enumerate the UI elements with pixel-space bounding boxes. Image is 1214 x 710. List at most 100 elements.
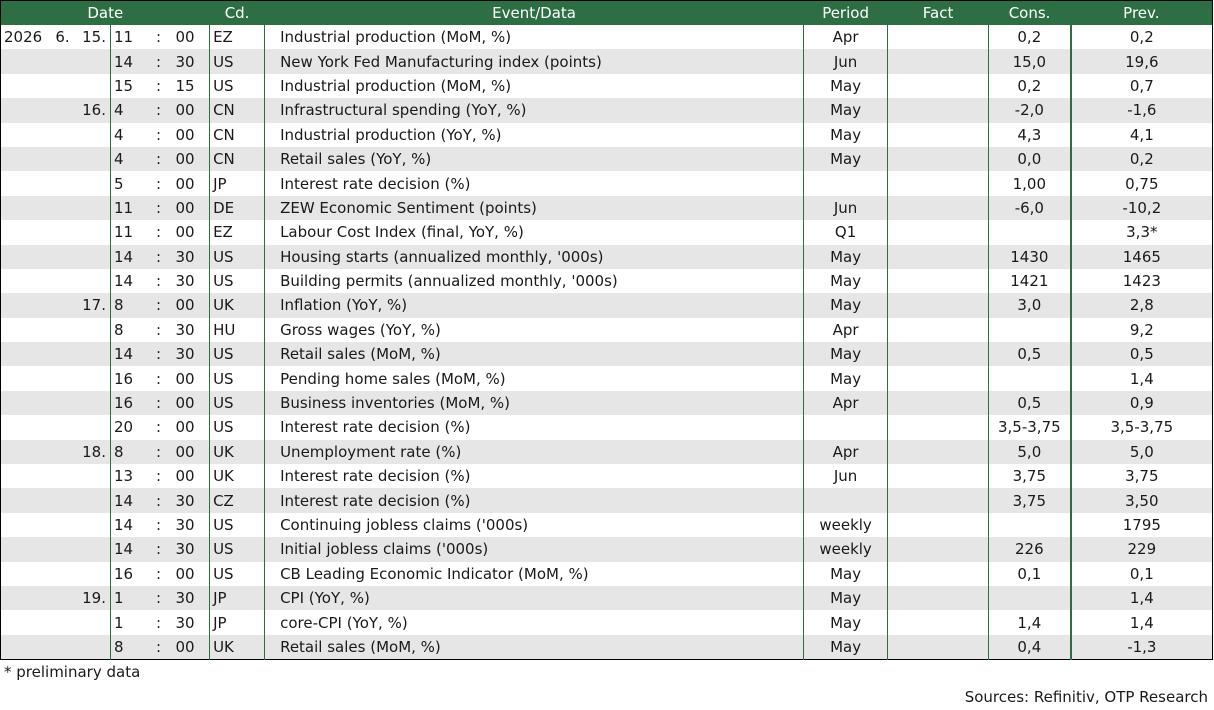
date-day bbox=[74, 537, 111, 562]
previous-value: 229 bbox=[1069, 537, 1213, 562]
date-day bbox=[74, 488, 111, 513]
table-row: 17. 8:00 UK Inflation (YoY, %) May 3,0 2,8 bbox=[0, 293, 1213, 318]
date-year bbox=[1, 464, 51, 488]
country-code: US bbox=[209, 73, 265, 99]
previous-value: 3,50 bbox=[1069, 488, 1213, 513]
event-name: Initial jobless claims ('000s) bbox=[264, 537, 804, 562]
consensus-value: 0,5 bbox=[988, 390, 1071, 416]
date-year bbox=[0, 293, 51, 318]
date-month bbox=[50, 537, 75, 562]
consensus-value: 3,5-3,75 bbox=[988, 415, 1071, 440]
economic-calendar-table: Date Cd. Event/Data Period Fact Cons. Pr… bbox=[0, 0, 1214, 661]
country-code: UK bbox=[209, 634, 265, 660]
date-month bbox=[50, 439, 75, 465]
event-name: Retail sales (YoY, %) bbox=[264, 146, 804, 172]
date-day bbox=[75, 513, 111, 537]
country-code: US bbox=[209, 415, 265, 440]
country-code: JP bbox=[209, 585, 265, 611]
consensus-value: 1430 bbox=[988, 244, 1071, 269]
time-hour: 14 bbox=[110, 268, 144, 294]
time-hour: 14 bbox=[110, 244, 144, 269]
period: weekly bbox=[803, 537, 888, 562]
time-minute: 00 bbox=[175, 223, 195, 242]
previous-value: 3,3* bbox=[1069, 220, 1213, 245]
event-name: ZEW Economic Sentiment (points) bbox=[264, 195, 804, 221]
date-month bbox=[51, 269, 75, 293]
consensus-value: 1421 bbox=[988, 268, 1071, 294]
date-month bbox=[51, 123, 75, 147]
fact-value bbox=[887, 634, 989, 660]
date-year bbox=[0, 49, 51, 74]
time-hour: 15 bbox=[110, 73, 144, 99]
date-day bbox=[75, 74, 111, 98]
time-hour: 13 bbox=[110, 464, 144, 489]
header-cons: Cons. bbox=[988, 0, 1071, 25]
fact-value bbox=[887, 585, 989, 611]
fact-value bbox=[887, 537, 989, 562]
date-month bbox=[50, 585, 75, 611]
header-fact: Fact bbox=[887, 0, 989, 25]
table-row: 4:00 CN Retail sales (YoY, %) May 0,0 0,2 bbox=[0, 146, 1213, 172]
time-minute: 00 bbox=[175, 467, 195, 486]
date-day bbox=[75, 562, 111, 586]
time-minute: 00 bbox=[173, 293, 210, 318]
previous-value: 5,0 bbox=[1069, 439, 1213, 465]
date-year bbox=[0, 585, 51, 611]
time-separator: : bbox=[155, 125, 162, 144]
fact-value bbox=[887, 561, 989, 586]
event-name: Gross wages (YoY, %) bbox=[264, 317, 804, 343]
date-day: 16. bbox=[74, 98, 111, 123]
consensus-value: 5,0 bbox=[988, 439, 1071, 465]
fact-value bbox=[887, 293, 989, 318]
period: Jun bbox=[803, 195, 888, 221]
previous-value: -1,3 bbox=[1069, 634, 1213, 660]
date-month bbox=[51, 513, 75, 537]
date-year bbox=[1, 318, 51, 342]
previous-value: 4,1 bbox=[1069, 122, 1213, 147]
period: May bbox=[803, 366, 888, 391]
table-row: 1:30 JP core-CPI (YoY, %) May 1,4 1,4 bbox=[1, 610, 1213, 635]
time-hour: 4 bbox=[110, 146, 144, 172]
time-separator: : bbox=[155, 28, 162, 47]
date-month bbox=[50, 146, 75, 172]
time-minute: 00 bbox=[175, 28, 195, 47]
date-year bbox=[1, 123, 51, 147]
time-separator: : bbox=[143, 293, 174, 318]
date-day bbox=[74, 49, 111, 74]
country-code: US bbox=[209, 268, 265, 294]
period: Jun bbox=[803, 49, 888, 74]
date-day: 15. bbox=[82, 28, 106, 47]
event-name: Interest rate decision (%) bbox=[264, 415, 804, 440]
event-name: Industrial production (MoM, %) bbox=[264, 25, 804, 50]
table-row: 20:00 US Interest rate decision (%) 3,5-3,7… bbox=[1, 415, 1213, 440]
event-name: Interest rate decision (%) bbox=[264, 488, 804, 513]
date-year bbox=[1, 610, 51, 634]
time-hour: 16 bbox=[110, 366, 144, 391]
time-hour: 14 bbox=[110, 49, 144, 74]
event-name: Retail sales (MoM, %) bbox=[264, 342, 804, 367]
previous-value: 0,1 bbox=[1069, 561, 1213, 586]
table-row: 2026 6. 15. 11:00 EZ Industrial production (M… bbox=[1, 25, 1213, 50]
time-hour: 11 bbox=[110, 25, 144, 50]
table-row: 16:00 US Business inventories (MoM, %) Apr 0… bbox=[0, 390, 1213, 416]
date-year bbox=[0, 634, 51, 660]
fact-value bbox=[887, 439, 989, 465]
time-minute: 30 bbox=[173, 342, 210, 367]
date-month bbox=[51, 74, 75, 98]
time-hour: 14 bbox=[110, 488, 144, 513]
event-name: Interest rate decision (%) bbox=[264, 171, 804, 196]
consensus-value: 0,4 bbox=[988, 634, 1071, 660]
event-name: Continuing jobless claims ('000s) bbox=[264, 512, 804, 538]
period: May bbox=[803, 122, 888, 147]
date-year bbox=[0, 537, 51, 562]
event-name: Retail sales (MoM, %) bbox=[264, 634, 804, 660]
table-row: 16:00 US CB Leading Economic Indicator (Mo… bbox=[1, 561, 1213, 586]
time-separator: : bbox=[143, 49, 174, 74]
time-separator: : bbox=[143, 195, 174, 221]
table-row: 14:30 US Building permits (annualized mont… bbox=[1, 268, 1213, 294]
date-day bbox=[75, 220, 111, 244]
date-day: 18. bbox=[74, 439, 111, 465]
date-day: 19. bbox=[74, 585, 111, 611]
date-month bbox=[51, 610, 75, 634]
header-event: Event/Data bbox=[264, 0, 804, 25]
